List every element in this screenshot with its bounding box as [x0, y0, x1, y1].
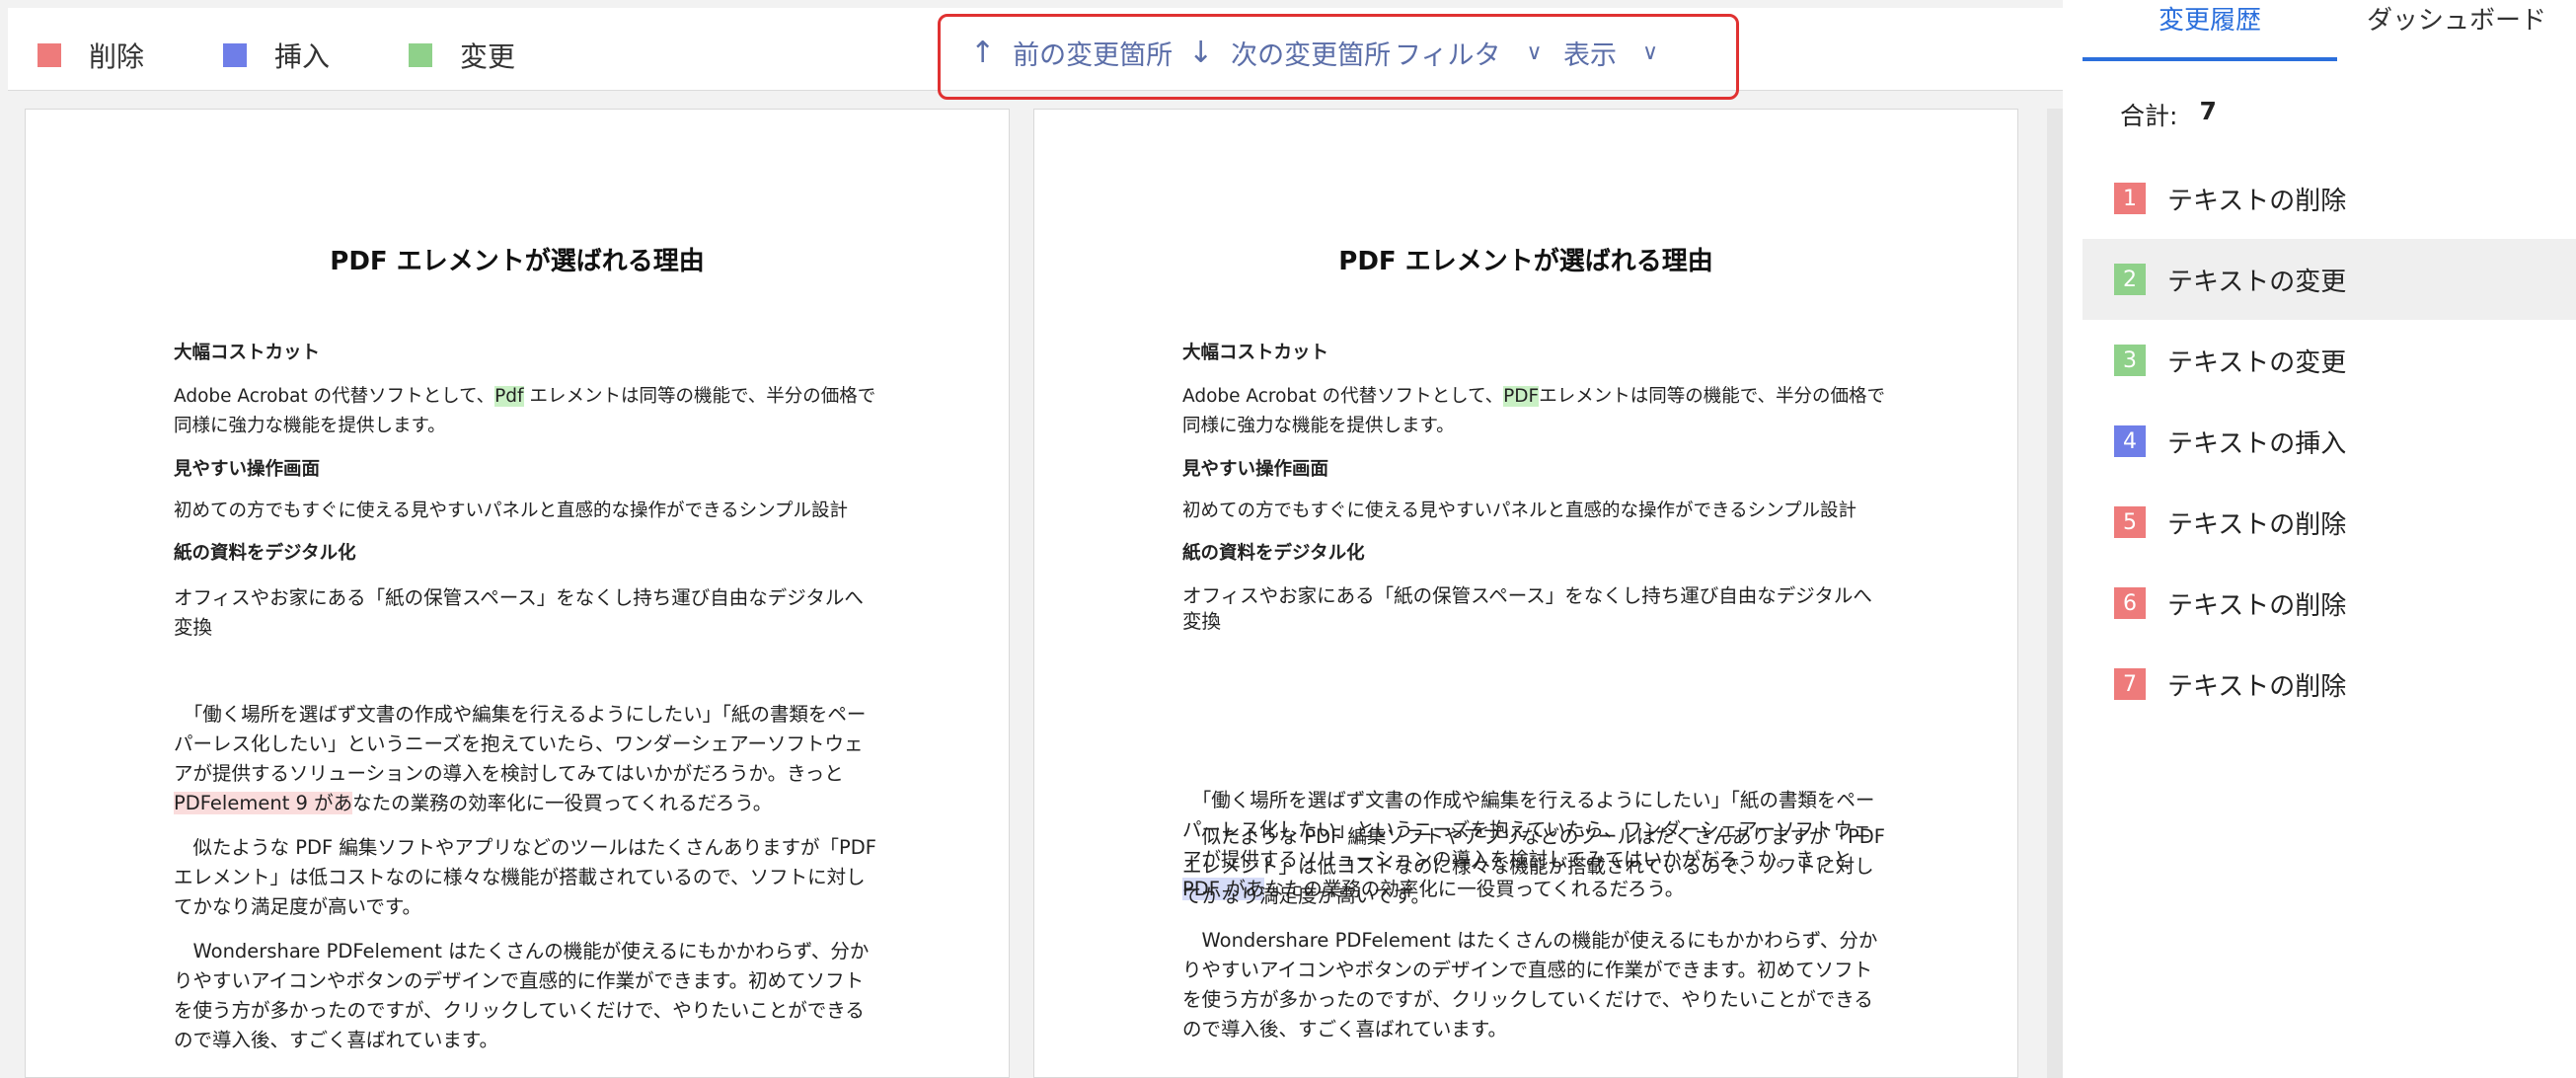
change-label: テキストの挿入 [2167, 428, 2347, 459]
legend-insert-swatch [223, 43, 247, 67]
next-change-label: 次の変更箇所 [1231, 40, 1392, 71]
change-item[interactable]: 5 テキストの削除 [2083, 482, 2576, 563]
text-run: Adobe Acrobat の代替ソフトとして、 [1182, 386, 1504, 407]
change-history-panel: 変更履歴 ダッシュボード 合計: 7 1 テキストの削除 2 テキストの変更 3… [2083, 0, 2576, 1078]
paragraph-wondershare: Wondershare PDFelement はたくさんの機能が使えるにもかかわ… [1182, 929, 1878, 1040]
paragraph-easy-ui: 初めての方でもすぐに使える見やすいパネルと直感的な操作ができるシンプル設計 [1182, 500, 1857, 521]
compare-app: 削除 挿入 変更 ↑ 前の変更箇所 ↓ 次の変更箇所 フィルタ ∨ 表示 ∨ P… [0, 0, 2576, 1078]
heading-digitize: 紙の資料をデジタル化 [174, 543, 356, 564]
text-run: Adobe Acrobat の代替ソフトとして、 [174, 386, 495, 407]
total-label: 合計: [2120, 102, 2178, 130]
tab-change-history[interactable]: 変更履歴 [2083, 0, 2337, 61]
original-document-page[interactable]: PDF エレメントが選ばれる理由 大幅コストカット Adobe Acrobat … [25, 109, 1010, 1078]
view-dropdown[interactable]: 表示 ∨ [1563, 34, 1658, 72]
change-item[interactable]: 7 テキストの削除 [2083, 644, 2576, 725]
revised-document-page[interactable]: PDF エレメントが選ばれる理由 大幅コストカット Adobe Acrobat … [1033, 109, 2018, 1078]
vertical-scrollbar[interactable] [2047, 109, 2063, 1078]
change-label: テキストの変更 [2167, 347, 2347, 378]
compare-main-area: 削除 挿入 変更 ↑ 前の変更箇所 ↓ 次の変更箇所 フィルタ ∨ 表示 ∨ P… [0, 0, 2063, 1078]
change-item[interactable]: 1 テキストの削除 [2083, 158, 2576, 239]
paragraph-intro: Adobe Acrobat の代替ソフトとして、PDFエレメントは同等の機能で、… [1182, 382, 1889, 441]
change-label: テキストの削除 [2167, 509, 2347, 540]
changed-text-highlight[interactable]: Pdf [494, 386, 524, 407]
changed-text-highlight[interactable]: PDF [1503, 386, 1540, 407]
view-label: 表示 [1563, 40, 1617, 71]
change-number-badge: 1 [2114, 183, 2146, 214]
prev-change-button[interactable]: ↑ 前の変更箇所 [970, 34, 1173, 72]
legend-insert-label: 挿入 [274, 40, 331, 73]
filter-dropdown[interactable]: フィルタ ∨ [1395, 34, 1543, 72]
change-item[interactable]: 3 テキストの変更 [2083, 320, 2576, 401]
chevron-down-icon: ∨ [1526, 40, 1543, 65]
legend-change-swatch [409, 43, 432, 67]
change-number-badge: 3 [2114, 345, 2146, 376]
paragraph-workplace: 「働く場所を選ばず文書の作成や編集を行えるようにしたい」「紙の書類をペーパーレス… [174, 700, 880, 818]
text-run: なたの業務の効率化に一役買ってくれるだろう。 [352, 792, 773, 814]
chevron-down-icon: ∨ [1642, 40, 1659, 65]
text-run: 「働く場所を選ばず文書の作成や編集を行えるようにしたい」「紙の書類をペーパーレス… [174, 703, 867, 785]
paragraph-digitize: オフィスやお家にある「紙の保管スペース」をなくし持ち運び自由なデジタルへ変換 [174, 586, 864, 639]
change-item[interactable]: 4 テキストの挿入 [2083, 401, 2576, 482]
legend-insert: 挿入 [223, 36, 330, 75]
paragraph-wondershare: Wondershare PDFelement はたくさんの機能が使えるにもかかわ… [174, 940, 870, 1051]
legend-change-label: 変更 [460, 40, 516, 73]
paragraph-similar-tools: 似たような PDF 編集ソフトやアプリなどのツールはたくさんありますが「PDF … [1182, 825, 1885, 907]
change-number-badge: 4 [2114, 425, 2146, 457]
change-number-badge: 7 [2114, 668, 2146, 700]
legend-delete-label: 削除 [89, 40, 145, 73]
heading-digitize: 紙の資料をデジタル化 [1182, 543, 1365, 564]
total-count: 合計: 7 [2120, 97, 2217, 132]
next-change-button[interactable]: ↓ 次の変更箇所 [1188, 34, 1391, 72]
paragraph-digitize: オフィスやお家にある「紙の保管スペース」をなくし持ち運び自由なデジタルへ変換 [1182, 584, 1872, 633]
change-item-selected[interactable]: 2 テキストの変更 [2083, 239, 2576, 320]
legend-delete-swatch [38, 43, 61, 67]
heading-cost-cut: 大幅コストカット [174, 343, 321, 363]
heading-easy-ui: 見やすい操作画面 [174, 459, 321, 480]
heading-easy-ui: 見やすい操作画面 [1182, 459, 1329, 480]
change-item[interactable]: 6 テキストの削除 [2083, 563, 2576, 644]
arrow-down-icon: ↓ [1188, 36, 1214, 70]
change-label: テキストの削除 [2167, 590, 2347, 621]
filter-label: フィルタ [1395, 40, 1501, 71]
legend-delete: 削除 [38, 36, 144, 75]
change-label: テキストの変更 [2167, 267, 2347, 297]
prev-change-label: 前の変更箇所 [1013, 40, 1174, 71]
change-label: テキストの削除 [2167, 671, 2347, 702]
arrow-up-icon: ↑ [970, 36, 996, 70]
total-value: 7 [2199, 97, 2217, 125]
doc-title: PDF エレメントが選ばれる理由 [330, 247, 705, 276]
change-label: テキストの削除 [2167, 186, 2347, 216]
change-number-badge: 5 [2114, 506, 2146, 538]
tab-dashboard[interactable]: ダッシュボード [2337, 0, 2576, 61]
deleted-text-highlight[interactable]: PDFelement 9 があ [174, 792, 353, 814]
change-number-badge: 2 [2114, 264, 2146, 295]
paragraph-intro: Adobe Acrobat の代替ソフトとして、Pdf エレメントは同等の機能で… [174, 382, 880, 441]
heading-cost-cut: 大幅コストカット [1182, 343, 1329, 363]
doc-title: PDF エレメントが選ばれる理由 [1338, 247, 1713, 276]
legend-change: 変更 [409, 36, 515, 75]
change-number-badge: 6 [2114, 587, 2146, 619]
paragraph-easy-ui: 初めての方でもすぐに使える見やすいパネルと直感的な操作ができるシンプル設計 [174, 500, 849, 521]
paragraph-similar-tools: 似たような PDF 編集ソフトやアプリなどのツールはたくさんありますが「PDF … [174, 836, 876, 918]
